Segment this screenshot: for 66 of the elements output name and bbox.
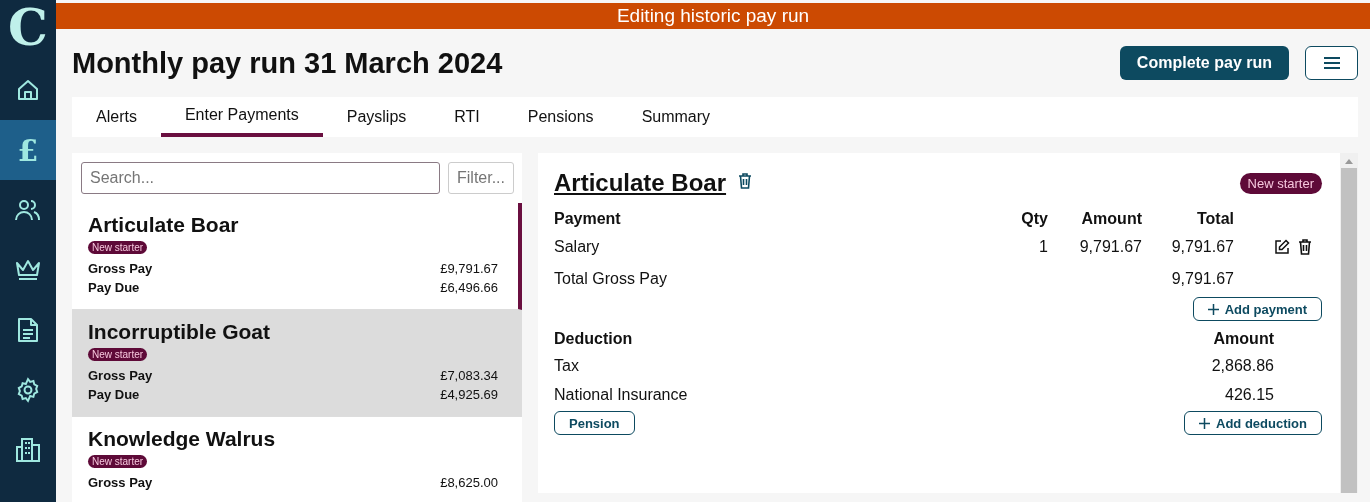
settings-icon <box>15 377 41 403</box>
plus-icon <box>1207 303 1219 315</box>
add-deduction-button[interactable]: Add deduction <box>1184 411 1322 435</box>
pension-button[interactable]: Pension <box>554 411 635 435</box>
delete-icon[interactable] <box>738 173 753 189</box>
employee-name: Knowledge Walrus <box>88 427 277 451</box>
menu-icon <box>1322 56 1341 70</box>
employee-title[interactable]: Articulate Boar <box>554 169 727 197</box>
employee-card[interactable]: Knowledge Walrus New starter Gross Pay £8,625.00 <box>72 417 522 502</box>
column-header: Qty <box>1020 209 1048 229</box>
home-icon <box>16 78 40 102</box>
table-cell-text: 9,791.67 <box>1078 237 1142 257</box>
delete-icon[interactable] <box>1298 239 1312 255</box>
table-cell-text: 9,791.67 <box>1170 269 1234 289</box>
pay-value: £4,925.69 <box>440 386 498 404</box>
table-cell-text: Salary <box>554 237 601 257</box>
nav-item[interactable]: £ <box>0 120 56 180</box>
search-field[interactable]: Search... <box>81 162 440 194</box>
employee-name: Articulate Boar <box>88 213 240 237</box>
table-cell-text: Total Gross Pay <box>554 269 668 289</box>
pay-value: £7,083.34 <box>440 367 498 385</box>
building-icon <box>16 437 40 463</box>
document-icon <box>17 317 39 343</box>
plus-icon <box>1199 417 1210 429</box>
table-cell-text: National Insurance <box>554 385 689 405</box>
pay-label: Pay Due <box>88 386 140 404</box>
pay-label: Gross Pay <box>88 474 153 492</box>
table-cell-text: 9,791.67 <box>1170 237 1234 257</box>
column-header: Payment <box>554 209 622 229</box>
status-badge: New starter <box>88 241 148 254</box>
page-title: Monthly pay run 31 March 2024 <box>72 46 503 80</box>
menu-button[interactable] <box>1305 46 1358 80</box>
scrollbar[interactable] <box>1340 153 1358 493</box>
tab[interactable]: Enter Payments <box>160 97 323 137</box>
pay-value: £9,791.67 <box>440 260 498 278</box>
pay-value: £6,496.66 <box>440 279 498 297</box>
edit-icon[interactable] <box>1274 239 1290 255</box>
filter-field[interactable]: Filter... <box>448 162 514 194</box>
column-header: Amount <box>1212 329 1274 349</box>
warning-banner: Editing historic pay run <box>56 3 1370 29</box>
employee-name: Incorruptible Goat <box>88 320 271 344</box>
complete-button[interactable]: Complete pay run <box>1119 46 1289 80</box>
tab[interactable]: RTI <box>430 97 504 137</box>
employee-card[interactable]: Incorruptible Goat New starter Gross Pay £7,083.34 Pay Due £4,925.69 <box>72 310 522 417</box>
pay-label: Gross Pay <box>88 260 153 278</box>
column-header: Deduction <box>554 329 634 349</box>
table-cell-text: 426.15 <box>1224 385 1274 405</box>
pay-label: Pay Due <box>88 279 140 297</box>
add-payment-button[interactable]: Add payment <box>1192 297 1322 321</box>
status-badge: New starter <box>1239 172 1322 194</box>
tab[interactable]: Payslips <box>322 97 431 137</box>
tab[interactable]: Pensions <box>503 97 618 137</box>
pay-label: Gross Pay <box>88 367 153 385</box>
table-cell-text: 2,868.86 <box>1210 356 1274 376</box>
tab[interactable]: Alerts <box>72 97 161 137</box>
status-badge: New starter <box>88 455 148 468</box>
crown-icon <box>15 259 41 281</box>
column-header: Amount <box>1080 209 1142 229</box>
column-header: Total <box>1195 209 1234 229</box>
people-icon <box>15 198 41 222</box>
status-badge: New starter <box>88 348 148 361</box>
pay-value: £8,625.00 <box>440 474 498 492</box>
table-cell-text: Tax <box>554 356 580 376</box>
tab[interactable]: Summary <box>617 97 735 137</box>
app-logo: C <box>7 0 49 59</box>
table-cell-text: 1 <box>1038 237 1048 257</box>
